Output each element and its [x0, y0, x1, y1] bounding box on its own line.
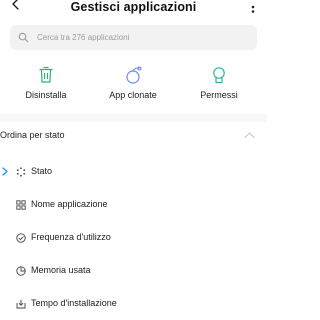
section-divider — [0, 114, 267, 122]
sort-option-label: Nome applicazione — [31, 199, 108, 209]
more-vertical-icon[interactable] — [248, 0, 258, 16]
sort-option-memory-used[interactable]: Memoria usata — [0, 262, 267, 280]
uninstall-button[interactable]: Disinstalla — [6, 66, 86, 101]
chevron-up-icon[interactable] — [244, 131, 255, 139]
permissions-label: Permessi — [200, 90, 238, 100]
sort-option-install-time[interactable]: Tempo d'installazione — [0, 295, 267, 313]
sort-option-app-name[interactable]: Nome applicazione — [0, 196, 267, 214]
uninstall-label: Disinstalla — [25, 90, 67, 100]
search-input[interactable]: Cerca tra 276 applicazioni — [10, 25, 257, 50]
page-title: Gestisci applicazioni — [70, 0, 197, 14]
sort-section-header[interactable]: Ordina per stato — [0, 128, 267, 144]
clone-icon — [126, 66, 142, 84]
loading-dots-icon — [16, 167, 26, 177]
cloned-apps-label: App clonate — [109, 90, 157, 100]
selected-chevron-icon — [2, 167, 8, 176]
sort-option-label: Frequenza d'utilizzo — [31, 232, 111, 242]
sort-section-title: Ordina per stato — [0, 130, 65, 140]
pie-icon — [16, 266, 26, 276]
check-circle-icon — [16, 233, 26, 243]
cloned-apps-button[interactable]: App clonate — [93, 66, 173, 101]
permissions-button[interactable]: Permessi — [179, 66, 259, 101]
sort-option-usage-frequency[interactable]: Frequenza d'utilizzo — [0, 229, 267, 247]
search-icon — [18, 32, 29, 43]
trash-icon — [39, 66, 53, 83]
sort-option-label: Stato — [31, 166, 53, 176]
download-box-icon — [16, 299, 26, 309]
grid-icon — [16, 200, 26, 210]
action-row: Disinstalla App clonate Permessi — [0, 66, 267, 106]
top-bar: Gestisci applicazioni — [0, 0, 267, 18]
sort-option-status[interactable]: Stato — [0, 163, 267, 181]
sort-option-label: Memoria usata — [31, 265, 91, 275]
search-placeholder: Cerca tra 276 applicazioni — [37, 32, 130, 42]
shield-icon — [213, 67, 225, 84]
sort-option-label: Tempo d'installazione — [31, 298, 117, 308]
